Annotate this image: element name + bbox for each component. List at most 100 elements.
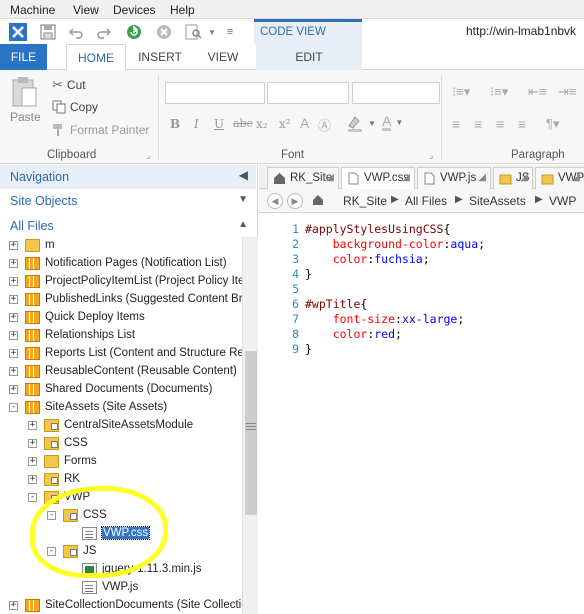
clear-format-icon[interactable]: Ⓐ <box>318 115 331 134</box>
menu-devices[interactable]: Devices <box>113 3 156 17</box>
highlight-color-icon[interactable]: ▼ <box>346 114 376 132</box>
site-objects-header[interactable]: Site Objects ▼ <box>0 189 256 213</box>
expand-icon[interactable]: + <box>9 331 18 340</box>
back-icon[interactable]: ◀ <box>267 193 283 209</box>
collapse-icon[interactable]: - <box>47 547 56 556</box>
cut-button[interactable]: ✂ Cut <box>52 77 86 93</box>
editor-tab[interactable]: VWP.js ◢ <box>417 167 491 189</box>
tree-item[interactable]: + CentralSiteAssetsModule <box>0 417 242 435</box>
customize-toolbar-icon[interactable]: ≡ <box>220 22 240 42</box>
tree-item[interactable]: + m <box>0 237 242 255</box>
expand-icon[interactable]: + <box>28 439 37 448</box>
tab-file[interactable]: FILE <box>0 44 47 70</box>
code-editor[interactable]: 1 #applyStylesUsingCSS{2 background-color… <box>259 214 584 614</box>
tree-item[interactable]: + ProjectPolicyItemList (Project Policy I… <box>0 273 242 291</box>
editor-tab[interactable]: VWP ◢ <box>535 167 584 189</box>
breadcrumb-item[interactable]: SiteAssets <box>469 194 526 208</box>
tree-item[interactable]: - JS <box>0 543 242 561</box>
breadcrumb-item[interactable]: VWP <box>549 194 576 208</box>
collapse-icon[interactable]: - <box>28 493 37 502</box>
all-files-header[interactable]: All Files ▲ <box>0 214 256 238</box>
undo-icon[interactable] <box>66 22 86 42</box>
tab-home[interactable]: HOME <box>66 44 126 71</box>
tree-item[interactable]: + Shared Documents (Documents) <box>0 381 242 399</box>
preview-dropdown-icon[interactable]: ▼ <box>202 22 222 42</box>
tree-item[interactable]: + Relationships List <box>0 327 242 345</box>
scrollbar-thumb[interactable] <box>245 351 257 515</box>
bold-button[interactable]: B <box>170 117 180 131</box>
menu-machine[interactable]: Machine <box>10 3 55 17</box>
paragraph-direction-icon[interactable]: ¶▾ <box>546 116 560 132</box>
tree-item[interactable]: + Reports List (Content and Structure Re <box>0 345 242 363</box>
font-launcher-icon[interactable]: ⌟ <box>429 150 433 161</box>
justify-icon[interactable]: ≡ <box>518 116 526 132</box>
superscript-button[interactable]: x² <box>279 117 291 131</box>
decrease-indent-icon[interactable]: ⇤≡ <box>528 84 546 100</box>
tree-item[interactable]: + Forms <box>0 453 242 471</box>
align-left-icon[interactable]: ≡ <box>452 116 460 132</box>
breadcrumb-item[interactable]: RK_Site <box>343 194 387 208</box>
underline-button[interactable]: U <box>214 117 224 131</box>
expand-icon[interactable]: + <box>9 241 18 250</box>
format-painter-button[interactable]: Format Painter <box>52 123 149 137</box>
text-effects-icon[interactable]: A <box>300 115 309 131</box>
editor-tab[interactable]: JS ◢ <box>493 167 533 189</box>
menu-help[interactable]: Help <box>170 3 195 17</box>
tree-item[interactable]: + RK <box>0 471 242 489</box>
italic-button[interactable]: I <box>194 117 199 131</box>
editor-tab[interactable]: RK_Site ◢ <box>267 167 339 189</box>
paste-button[interactable]: Paste <box>10 76 41 124</box>
tree-item[interactable]: + SiteCollectionDocuments (Site Collectio <box>0 597 242 614</box>
redo-icon[interactable] <box>94 22 114 42</box>
save-icon[interactable] <box>38 22 58 42</box>
expand-icon[interactable]: + <box>28 457 37 466</box>
tree-item[interactable]: + PublishedLinks (Suggested Content Br <box>0 291 242 309</box>
preview-icon[interactable] <box>184 22 204 42</box>
editor-tab[interactable]: VWP.css ◢ <box>341 167 415 190</box>
subscript-button[interactable]: x₂ <box>256 117 268 131</box>
tree-item[interactable]: - CSS <box>0 507 242 525</box>
expand-icon[interactable]: + <box>9 349 18 358</box>
numbering-icon[interactable]: ⁝≡▾ <box>490 84 508 100</box>
collapse-icon[interactable]: - <box>9 403 18 412</box>
expand-icon[interactable]: + <box>9 277 18 286</box>
tree-item[interactable]: VWP.js <box>0 579 242 597</box>
font-size-combo[interactable] <box>267 82 349 104</box>
strikethrough-button[interactable]: abc <box>233 117 253 130</box>
expand-icon[interactable]: + <box>9 367 18 376</box>
tree-item[interactable]: VWP.css <box>0 525 242 543</box>
tree-item[interactable]: + Quick Deploy Items <box>0 309 242 327</box>
copy-button[interactable]: Copy <box>52 100 98 114</box>
tree-item[interactable]: - SiteAssets (Site Assets) <box>0 399 242 417</box>
tree-item[interactable]: - VWP <box>0 489 242 507</box>
clipboard-launcher-icon[interactable]: ⌟ <box>146 150 150 161</box>
expand-icon[interactable]: + <box>9 601 18 610</box>
forward-icon[interactable]: ▶ <box>287 193 303 209</box>
font-family-combo[interactable] <box>165 82 265 104</box>
align-right-icon[interactable]: ≡ <box>496 116 504 132</box>
menu-view[interactable]: View <box>73 3 99 17</box>
collapse-icon[interactable]: - <box>47 511 56 520</box>
font-color-icon[interactable]: A ▼ <box>382 114 403 131</box>
chevron-down-icon[interactable]: ▼ <box>238 194 248 205</box>
expand-icon[interactable]: + <box>9 295 18 304</box>
increase-indent-icon[interactable]: ⇥≡ <box>558 84 576 100</box>
expand-icon[interactable]: + <box>9 385 18 394</box>
expand-icon[interactable]: + <box>9 313 18 322</box>
tree-item[interactable]: + Notification Pages (Notification List) <box>0 255 242 273</box>
stop-icon[interactable] <box>154 22 174 42</box>
tree-item[interactable]: + ReusableContent (Reusable Content) <box>0 363 242 381</box>
collapse-pane-icon[interactable]: ◀ <box>239 168 248 182</box>
expand-icon[interactable]: + <box>28 475 37 484</box>
expand-icon[interactable]: + <box>9 259 18 268</box>
tab-insert[interactable]: INSERT <box>134 44 186 70</box>
tree-scrollbar[interactable] <box>242 237 258 614</box>
align-center-icon[interactable]: ≡ <box>474 116 482 132</box>
expand-icon[interactable]: + <box>28 421 37 430</box>
style-combo[interactable] <box>352 82 440 104</box>
refresh-icon[interactable] <box>124 22 144 42</box>
chevron-up-icon[interactable]: ▲ <box>238 219 248 230</box>
breadcrumb-item[interactable]: All Files <box>405 194 447 208</box>
tree-item[interactable]: jquery-1.11.3.min.js <box>0 561 242 579</box>
tree-item[interactable]: + CSS <box>0 435 242 453</box>
